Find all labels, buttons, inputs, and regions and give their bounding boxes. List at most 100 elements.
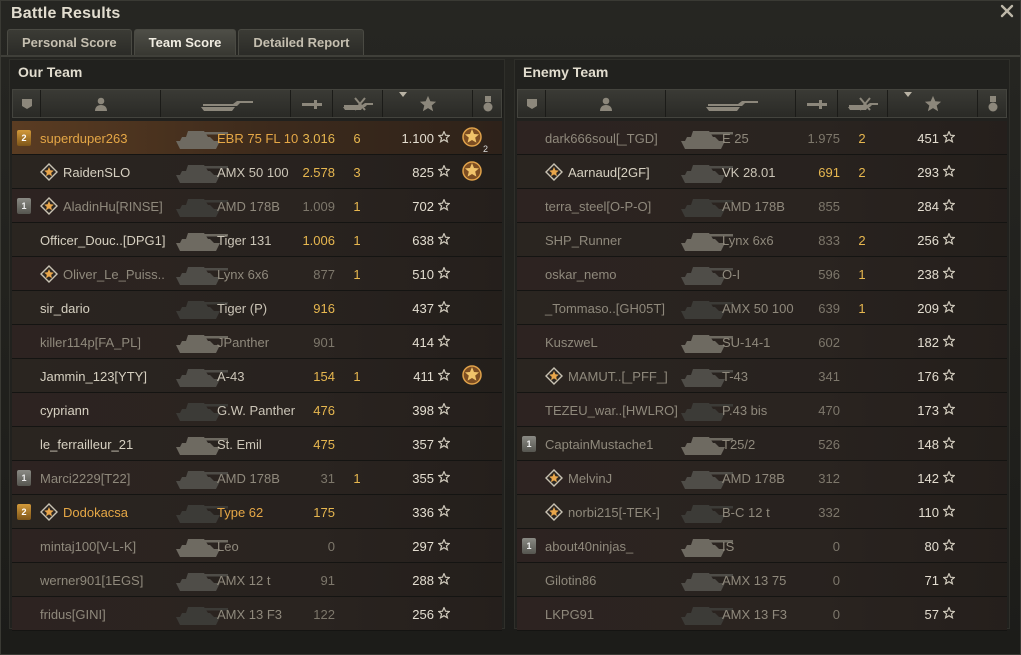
xp-cell: 238: [895, 257, 956, 291]
player-name[interactable]: cypriann: [40, 393, 89, 427]
player-name[interactable]: AladinHu[RINSE]: [63, 189, 163, 223]
star-icon: [942, 503, 956, 520]
player-row[interactable]: TEZEU_war..[HWLRO] P.43 bis 470 173: [517, 393, 1007, 427]
player-row[interactable]: 1 Marci2229[T22] AMD 178B 31 1 355: [12, 461, 502, 495]
player-row[interactable]: le_ferrailleur_21 St. Emil 475 357: [12, 427, 502, 461]
player-row[interactable]: dark666soul[_TGD] E 25 1.975 2 451: [517, 121, 1007, 155]
player-row[interactable]: mintaj100[V-L-K] Leo 0 297: [12, 529, 502, 563]
column-damage-header[interactable]: [291, 90, 333, 117]
player-name[interactable]: terra_steel[O-P-O]: [545, 189, 651, 223]
player-row[interactable]: fridus[GINI] AMX 13 F3 122 256: [12, 597, 502, 631]
xp-cell: 57: [895, 597, 956, 631]
player-row[interactable]: norbi215[-TEK-] B-C 12 t 332 110: [517, 495, 1007, 529]
player-name[interactable]: Officer_Douc..[DPG1]: [40, 223, 165, 257]
player-name[interactable]: Oliver_Le_Puiss..: [63, 257, 165, 291]
tab-personal-score[interactable]: Personal Score: [7, 29, 132, 55]
player-row[interactable]: killer114p[FA_PL] JPanther 901 414: [12, 325, 502, 359]
platoon-badge: 1: [522, 436, 536, 452]
player-name[interactable]: CaptainMustache1: [545, 427, 653, 461]
medal-icon[interactable]: [460, 363, 484, 390]
player-name[interactable]: Jammin_123[YTY]: [40, 359, 147, 393]
column-kills-header[interactable]: [838, 90, 888, 117]
medal-icon[interactable]: [460, 159, 484, 186]
player-name[interactable]: SHP_Runner: [545, 223, 622, 257]
player-row[interactable]: SHP_Runner Lynx 6x6 833 2 256: [517, 223, 1007, 257]
player-name[interactable]: Dodokacsa: [63, 495, 128, 529]
player-row[interactable]: Oliver_Le_Puiss.. Lynx 6x6 877 1 510: [12, 257, 502, 291]
column-kills-header[interactable]: [333, 90, 383, 117]
player-name[interactable]: KuszweL: [545, 325, 598, 359]
column-vehicle-header[interactable]: [666, 90, 796, 117]
damage-value: 312: [818, 470, 840, 486]
player-name[interactable]: RaidenSLO: [63, 155, 130, 189]
player-row[interactable]: terra_steel[O-P-O] AMD 178B 855 284: [517, 189, 1007, 223]
player-name[interactable]: werner901[1EGS]: [40, 563, 143, 597]
player-name[interactable]: sir_dario: [40, 291, 90, 325]
player-row[interactable]: _Tommaso..[GH05T] AMX 50 100 639 1 209: [517, 291, 1007, 325]
kills-value: [342, 393, 372, 427]
sort-arrow-icon: [399, 92, 407, 98]
player-name[interactable]: TEZEU_war..[HWLRO]: [545, 393, 678, 427]
xp-value: 288: [412, 572, 434, 588]
kills-value: [847, 529, 877, 563]
close-icon[interactable]: [1000, 4, 1014, 18]
player-name[interactable]: Gilotin86: [545, 563, 596, 597]
column-platoon-header[interactable]: [13, 90, 41, 117]
player-name[interactable]: dark666soul[_TGD]: [545, 121, 658, 155]
player-row[interactable]: Aarnaud[2GF] VK 28.01 691 2 293: [517, 155, 1007, 189]
column-medals-header[interactable]: [978, 90, 1008, 117]
enemy-team-panel: Enemy Team dark666soul[_TGD] E 25 1.975 2 45…: [514, 59, 1010, 631]
column-header: [517, 89, 1008, 118]
player-row[interactable]: 2 superduper263 EBR 75 FL 10 3.016 6 1.100 2: [12, 121, 502, 155]
tab-detailed-report[interactable]: Detailed Report: [238, 29, 365, 55]
player-name[interactable]: LKPG91: [545, 597, 594, 631]
player-row[interactable]: 1 AladinHu[RINSE] AMD 178B 1.009 1 702: [12, 189, 502, 223]
player-row[interactable]: 1 CaptainMustache1 T25/2 526 148: [517, 427, 1007, 461]
player-row[interactable]: oskar_nemo O-I 596 1 238: [517, 257, 1007, 291]
column-xp-header[interactable]: [383, 90, 473, 117]
player-name[interactable]: Aarnaud[2GF]: [568, 155, 650, 189]
damage-icon: [301, 97, 323, 111]
column-player-header[interactable]: [41, 90, 161, 117]
player-row[interactable]: MelvinJ AMD 178B 312 142: [517, 461, 1007, 495]
column-medals-header[interactable]: [473, 90, 503, 117]
star-icon: [942, 231, 956, 248]
player-row[interactable]: 2 Dodokacsa Type 62 175 336: [12, 495, 502, 529]
damage-value: 2.578: [302, 164, 335, 180]
damage-value: 877: [313, 266, 335, 282]
player-row[interactable]: MAMUT..[_PFF_] T-43 341 176: [517, 359, 1007, 393]
player-name[interactable]: oskar_nemo: [545, 257, 617, 291]
player-name[interactable]: mintaj100[V-L-K]: [40, 529, 136, 563]
column-player-header[interactable]: [546, 90, 666, 117]
column-xp-header[interactable]: [888, 90, 978, 117]
player-name[interactable]: killer114p[FA_PL]: [40, 325, 141, 359]
column-platoon-header[interactable]: [518, 90, 546, 117]
player-row[interactable]: sir_dario Tiger (P) 916 437: [12, 291, 502, 325]
platoon-badge: 2: [17, 130, 31, 146]
player-row[interactable]: LKPG91 AMX 13 F3 0 57: [517, 597, 1007, 631]
player-row[interactable]: Officer_Douc..[DPG1] Tiger 131 1.006 1 638: [12, 223, 502, 257]
damage-value: 0: [327, 538, 335, 554]
player-name[interactable]: le_ferrailleur_21: [40, 427, 133, 461]
platoon-cell: [17, 257, 33, 291]
player-row[interactable]: RaidenSLO AMX 50 100 2.578 3 825: [12, 155, 502, 189]
player-row[interactable]: werner901[1EGS] AMX 12 t 91 288: [12, 563, 502, 597]
player-name[interactable]: MAMUT..[_PFF_]: [568, 359, 668, 393]
player-name[interactable]: _Tommaso..[GH05T]: [545, 291, 665, 325]
medal-cell: [965, 529, 989, 563]
column-vehicle-header[interactable]: [161, 90, 291, 117]
player-row[interactable]: Jammin_123[YTY] A-43 154 1 411: [12, 359, 502, 393]
player-name[interactable]: fridus[GINI]: [40, 597, 106, 631]
player-name[interactable]: about40ninjas_: [545, 529, 633, 563]
player-row[interactable]: KuszweL SU-14-1 602 182: [517, 325, 1007, 359]
player-row[interactable]: Gilotin86 AMX 13 75 0 71: [517, 563, 1007, 597]
player-name[interactable]: Marci2229[T22]: [40, 461, 130, 495]
player-name[interactable]: superduper263: [40, 121, 127, 155]
player-row[interactable]: 1 about40ninjas_ IS 0 80: [517, 529, 1007, 563]
medal-icon[interactable]: 2: [460, 125, 488, 154]
player-name[interactable]: norbi215[-TEK-]: [568, 495, 660, 529]
player-name[interactable]: MelvinJ: [568, 461, 612, 495]
player-row[interactable]: cypriann G.W. Panther 476 398: [12, 393, 502, 427]
tab-team-score[interactable]: Team Score: [133, 29, 237, 55]
column-damage-header[interactable]: [796, 90, 838, 117]
